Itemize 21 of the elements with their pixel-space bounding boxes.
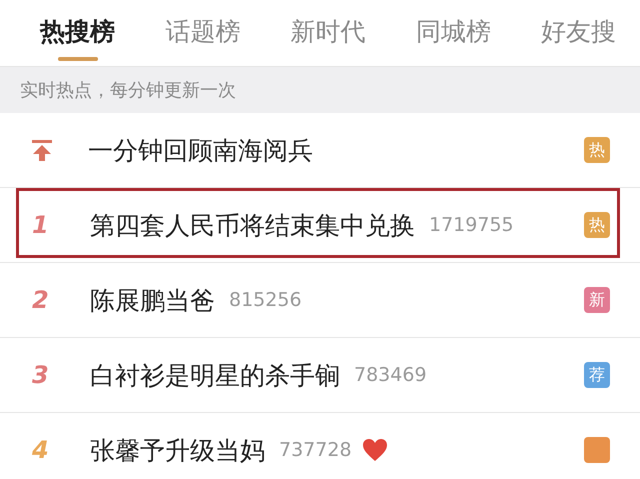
search-count: 1719755 xyxy=(429,214,514,236)
tab-indicator xyxy=(58,57,98,61)
rank-number: 3 xyxy=(31,361,50,389)
search-count: 783469 xyxy=(354,364,427,386)
search-count: 737728 xyxy=(279,439,352,461)
topic-title[interactable]: 张馨予升级当妈 xyxy=(90,434,265,466)
tag-badge: 热 xyxy=(584,137,610,163)
tab[interactable]: 热搜榜 xyxy=(40,0,115,66)
rank-number: 2 xyxy=(31,286,50,314)
pin-top-icon xyxy=(30,138,54,162)
topic-title[interactable]: 第四套人民币将结束集中兑换 xyxy=(90,208,415,242)
tag-badge: 热 xyxy=(584,212,610,238)
search-count: 815256 xyxy=(229,289,302,311)
rank-number: 4 xyxy=(31,436,50,464)
tag-badge: 荐 xyxy=(584,362,610,388)
tag-badge: 新 xyxy=(584,287,610,313)
rank-number: 1 xyxy=(31,211,50,239)
topic-title[interactable]: 陈展鹏当爸 xyxy=(90,284,215,316)
topic-title[interactable]: 白衬衫是明星的杀手锏 xyxy=(90,358,340,392)
topic-title[interactable]: 一分钟回顾南海阅兵 xyxy=(88,134,313,166)
notice-text: 实时热点，每分钟更新一次 xyxy=(0,66,640,113)
